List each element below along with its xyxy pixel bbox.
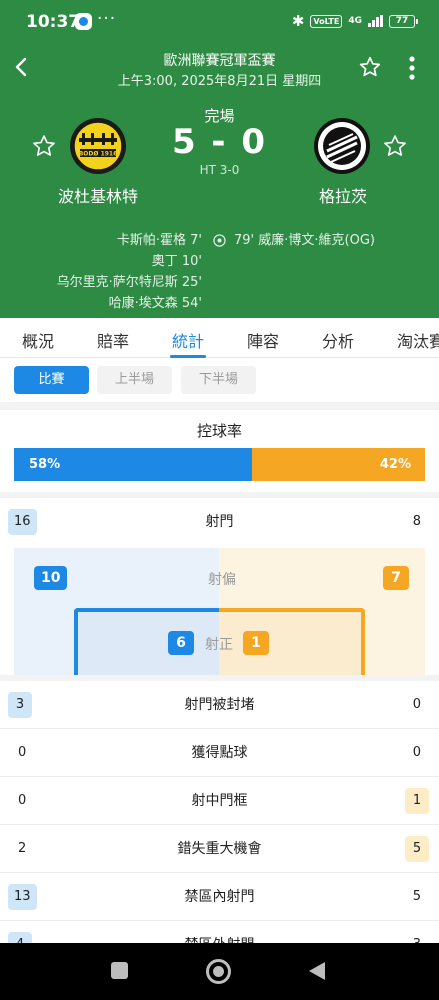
stat-away-value: 1 <box>405 788 429 814</box>
stat-label: 射中門框 <box>191 793 248 809</box>
tab-knockout[interactable]: 淘汰賽 <box>397 328 439 352</box>
away-goal-frame <box>219 608 365 675</box>
stat-row: 0 射中門框 1 <box>0 777 439 825</box>
stat-away-value: 0 <box>412 697 421 712</box>
football-icon <box>213 234 226 247</box>
clock: 10:37 <box>26 12 81 32</box>
period-full-match[interactable]: 比賽 <box>14 366 89 394</box>
messenger-icon <box>75 13 92 30</box>
possession-bar: 58% 42% <box>14 448 425 481</box>
status-icons: ✱ VoLTE 4G 77 <box>291 12 418 30</box>
battery-icon: 77 <box>389 14 418 28</box>
goal-event: 哈康·埃文森 54' <box>108 296 202 311</box>
stat-label: 禁區內射門 <box>184 889 255 905</box>
stat-row: 13 禁區內射門 5 <box>0 873 439 921</box>
goal-event: 奧丁 10' <box>151 254 202 269</box>
home-goal-frame <box>74 608 220 675</box>
away-team-name[interactable]: 格拉茨 <box>283 183 403 207</box>
recents-button[interactable] <box>111 962 128 979</box>
tab-overview[interactable]: 概況 <box>22 328 54 352</box>
tab-stats[interactable]: 統計 <box>172 328 204 352</box>
signal-icon <box>368 15 383 27</box>
match-header: 10:37 ··· ✱ VoLTE 4G 77 歐洲聯賽冠軍盃賽 上午3:00,… <box>0 0 439 318</box>
stat-away-value: 0 <box>412 745 421 760</box>
stat-away-value: 5 <box>412 889 421 904</box>
home-team-name[interactable]: 波杜基林特 <box>38 183 158 207</box>
away-goal-scorers: 79' 威廉·博文·維克(OG) <box>213 230 375 251</box>
follow-home-star-icon[interactable] <box>31 133 57 159</box>
shots-goal-graphic: 10 射偏 7 6 射正 1 <box>14 548 425 675</box>
period-first-half[interactable]: 上半場 <box>97 366 172 394</box>
stat-row: 3 射門被封堵 0 <box>0 681 439 729</box>
match-tabs: 概況 賠率 統計 陣容 分析 淘汰賽 <box>0 318 439 358</box>
status-bar: 10:37 ··· ✱ VoLTE 4G 77 <box>0 0 439 44</box>
network-type: 4G <box>348 15 362 26</box>
home-goal-scorers: 卡斯帕·霍格 7' 奧丁 10' 乌尔里克·萨尔特尼斯 25' 哈康·埃文森 5… <box>57 230 202 314</box>
possession-title: 控球率 <box>196 422 242 440</box>
on-target-home-badge: 6 <box>168 631 194 655</box>
stat-away-value: 5 <box>405 836 429 862</box>
volte-icon: VoLTE <box>310 14 343 28</box>
tab-odds[interactable]: 賠率 <box>97 328 129 352</box>
period-second-half[interactable]: 下半場 <box>181 366 256 394</box>
active-tab-indicator <box>170 355 206 358</box>
home-button[interactable] <box>206 959 231 984</box>
goal-event: 乌尔里克·萨尔特尼斯 25' <box>56 275 202 290</box>
back-button[interactable] <box>309 962 325 980</box>
stat-label: 獲得點球 <box>191 745 248 761</box>
possession-home-fill: 58% <box>14 448 253 481</box>
stat-label: 錯失重大機會 <box>177 841 262 857</box>
shots-away-value: 8 <box>412 514 421 529</box>
tab-lineups[interactable]: 陣容 <box>247 328 279 352</box>
stat-row: 0 獲得點球 0 <box>0 729 439 777</box>
section-divider <box>0 402 439 410</box>
more-vert-icon[interactable] <box>402 55 422 81</box>
stat-row-shots: 16 射門 8 <box>0 498 439 546</box>
system-nav-bar <box>0 943 439 1000</box>
off-target-home-badge: 10 <box>34 566 68 590</box>
stat-label: 射門被封堵 <box>184 697 255 713</box>
stat-row: 2 錯失重大機會 5 <box>0 825 439 873</box>
tab-analysis[interactable]: 分析 <box>322 328 354 352</box>
half-time-score: HT 3-0 <box>199 163 240 177</box>
goal-event: 卡斯帕·霍格 7' <box>116 233 202 248</box>
off-target-label: 射偏 <box>208 572 236 588</box>
match-score: 5 - 0 <box>171 122 268 162</box>
home-team-logo[interactable]: BODØ 1916 <box>69 117 127 175</box>
more-notifications-icon: ··· <box>97 9 117 29</box>
shots-label: 射門 <box>205 514 234 530</box>
favorite-star-icon[interactable] <box>358 55 382 79</box>
home-logo-text: BODØ 1916 <box>79 151 118 158</box>
follow-away-star-icon[interactable] <box>382 133 408 159</box>
bluetooth-icon: ✱ <box>291 12 305 30</box>
off-target-away-badge: 7 <box>383 566 409 590</box>
on-target-label: 射正 <box>205 637 233 653</box>
away-team-logo[interactable] <box>313 117 371 175</box>
on-target-away-badge: 1 <box>243 631 269 655</box>
possession-away-fill: 42% <box>252 448 425 481</box>
goal-event: 79' 威廉·博文·維克(OG) <box>234 233 375 248</box>
